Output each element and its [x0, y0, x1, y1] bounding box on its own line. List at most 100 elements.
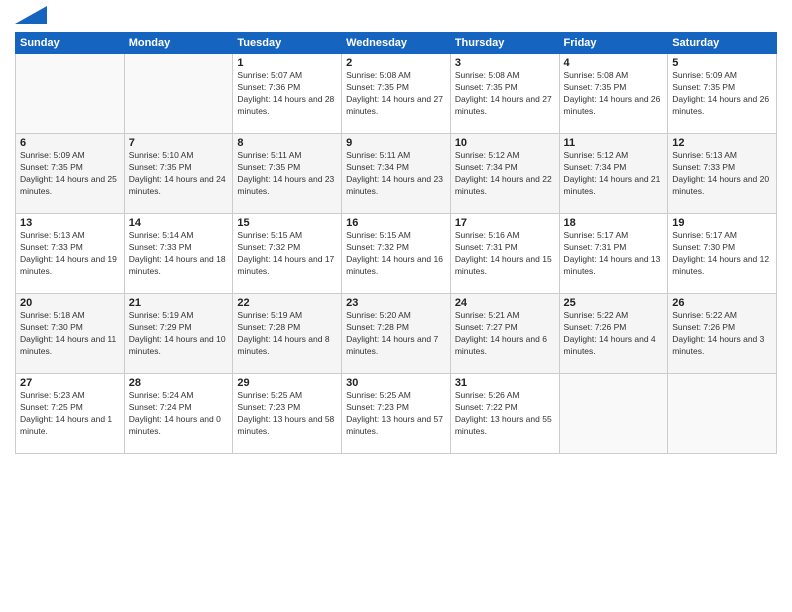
calendar-cell: 17Sunrise: 5:16 AM Sunset: 7:31 PM Dayli… — [450, 214, 559, 294]
calendar-cell: 1Sunrise: 5:07 AM Sunset: 7:36 PM Daylig… — [233, 54, 342, 134]
cell-info: Sunrise: 5:24 AM Sunset: 7:24 PM Dayligh… — [129, 390, 229, 438]
cell-info: Sunrise: 5:22 AM Sunset: 7:26 PM Dayligh… — [564, 310, 664, 358]
calendar-cell: 15Sunrise: 5:15 AM Sunset: 7:32 PM Dayli… — [233, 214, 342, 294]
cell-info: Sunrise: 5:25 AM Sunset: 7:23 PM Dayligh… — [237, 390, 337, 438]
cell-info: Sunrise: 5:14 AM Sunset: 7:33 PM Dayligh… — [129, 230, 229, 278]
day-number: 11 — [564, 137, 664, 149]
calendar-cell: 27Sunrise: 5:23 AM Sunset: 7:25 PM Dayli… — [16, 374, 125, 454]
calendar-cell: 7Sunrise: 5:10 AM Sunset: 7:35 PM Daylig… — [124, 134, 233, 214]
cell-info: Sunrise: 5:13 AM Sunset: 7:33 PM Dayligh… — [672, 150, 772, 198]
day-number: 17 — [455, 217, 555, 229]
cell-info: Sunrise: 5:11 AM Sunset: 7:35 PM Dayligh… — [237, 150, 337, 198]
cell-info: Sunrise: 5:17 AM Sunset: 7:30 PM Dayligh… — [672, 230, 772, 278]
day-number: 31 — [455, 377, 555, 389]
weekday-header: Tuesday — [233, 33, 342, 54]
day-number: 1 — [237, 57, 337, 69]
calendar-cell: 21Sunrise: 5:19 AM Sunset: 7:29 PM Dayli… — [124, 294, 233, 374]
calendar-cell: 12Sunrise: 5:13 AM Sunset: 7:33 PM Dayli… — [668, 134, 777, 214]
calendar-cell — [668, 374, 777, 454]
calendar-cell: 3Sunrise: 5:08 AM Sunset: 7:35 PM Daylig… — [450, 54, 559, 134]
calendar-cell — [124, 54, 233, 134]
calendar-cell: 6Sunrise: 5:09 AM Sunset: 7:35 PM Daylig… — [16, 134, 125, 214]
day-number: 16 — [346, 217, 446, 229]
cell-info: Sunrise: 5:17 AM Sunset: 7:31 PM Dayligh… — [564, 230, 664, 278]
calendar-cell: 29Sunrise: 5:25 AM Sunset: 7:23 PM Dayli… — [233, 374, 342, 454]
cell-info: Sunrise: 5:18 AM Sunset: 7:30 PM Dayligh… — [20, 310, 120, 358]
weekday-header: Wednesday — [342, 33, 451, 54]
cell-info: Sunrise: 5:11 AM Sunset: 7:34 PM Dayligh… — [346, 150, 446, 198]
cell-info: Sunrise: 5:07 AM Sunset: 7:36 PM Dayligh… — [237, 70, 337, 118]
cell-info: Sunrise: 5:21 AM Sunset: 7:27 PM Dayligh… — [455, 310, 555, 358]
calendar-cell: 14Sunrise: 5:14 AM Sunset: 7:33 PM Dayli… — [124, 214, 233, 294]
weekday-header: Saturday — [668, 33, 777, 54]
logo — [15, 10, 47, 24]
calendar-cell: 2Sunrise: 5:08 AM Sunset: 7:35 PM Daylig… — [342, 54, 451, 134]
calendar-week-row: 20Sunrise: 5:18 AM Sunset: 7:30 PM Dayli… — [16, 294, 777, 374]
day-number: 22 — [237, 297, 337, 309]
day-number: 23 — [346, 297, 446, 309]
cell-info: Sunrise: 5:15 AM Sunset: 7:32 PM Dayligh… — [346, 230, 446, 278]
cell-info: Sunrise: 5:20 AM Sunset: 7:28 PM Dayligh… — [346, 310, 446, 358]
day-number: 25 — [564, 297, 664, 309]
calendar-page: SundayMondayTuesdayWednesdayThursdayFrid… — [0, 0, 792, 612]
calendar-cell: 16Sunrise: 5:15 AM Sunset: 7:32 PM Dayli… — [342, 214, 451, 294]
cell-info: Sunrise: 5:12 AM Sunset: 7:34 PM Dayligh… — [564, 150, 664, 198]
cell-info: Sunrise: 5:19 AM Sunset: 7:28 PM Dayligh… — [237, 310, 337, 358]
cell-info: Sunrise: 5:16 AM Sunset: 7:31 PM Dayligh… — [455, 230, 555, 278]
cell-info: Sunrise: 5:19 AM Sunset: 7:29 PM Dayligh… — [129, 310, 229, 358]
calendar-week-row: 6Sunrise: 5:09 AM Sunset: 7:35 PM Daylig… — [16, 134, 777, 214]
cell-info: Sunrise: 5:23 AM Sunset: 7:25 PM Dayligh… — [20, 390, 120, 438]
day-number: 4 — [564, 57, 664, 69]
day-number: 21 — [129, 297, 229, 309]
day-number: 5 — [672, 57, 772, 69]
calendar-cell: 24Sunrise: 5:21 AM Sunset: 7:27 PM Dayli… — [450, 294, 559, 374]
cell-info: Sunrise: 5:09 AM Sunset: 7:35 PM Dayligh… — [672, 70, 772, 118]
day-number: 20 — [20, 297, 120, 309]
weekday-header: Monday — [124, 33, 233, 54]
day-number: 9 — [346, 137, 446, 149]
day-number: 15 — [237, 217, 337, 229]
day-number: 8 — [237, 137, 337, 149]
calendar-cell: 18Sunrise: 5:17 AM Sunset: 7:31 PM Dayli… — [559, 214, 668, 294]
cell-info: Sunrise: 5:08 AM Sunset: 7:35 PM Dayligh… — [564, 70, 664, 118]
cell-info: Sunrise: 5:15 AM Sunset: 7:32 PM Dayligh… — [237, 230, 337, 278]
day-number: 10 — [455, 137, 555, 149]
day-number: 19 — [672, 217, 772, 229]
cell-info: Sunrise: 5:09 AM Sunset: 7:35 PM Dayligh… — [20, 150, 120, 198]
calendar-week-row: 1Sunrise: 5:07 AM Sunset: 7:36 PM Daylig… — [16, 54, 777, 134]
cell-info: Sunrise: 5:12 AM Sunset: 7:34 PM Dayligh… — [455, 150, 555, 198]
calendar-cell: 20Sunrise: 5:18 AM Sunset: 7:30 PM Dayli… — [16, 294, 125, 374]
cell-info: Sunrise: 5:08 AM Sunset: 7:35 PM Dayligh… — [455, 70, 555, 118]
day-number: 13 — [20, 217, 120, 229]
day-number: 3 — [455, 57, 555, 69]
day-number: 26 — [672, 297, 772, 309]
day-number: 28 — [129, 377, 229, 389]
day-number: 2 — [346, 57, 446, 69]
calendar-cell: 19Sunrise: 5:17 AM Sunset: 7:30 PM Dayli… — [668, 214, 777, 294]
calendar-cell: 8Sunrise: 5:11 AM Sunset: 7:35 PM Daylig… — [233, 134, 342, 214]
calendar-cell: 9Sunrise: 5:11 AM Sunset: 7:34 PM Daylig… — [342, 134, 451, 214]
day-number: 14 — [129, 217, 229, 229]
calendar-week-row: 13Sunrise: 5:13 AM Sunset: 7:33 PM Dayli… — [16, 214, 777, 294]
weekday-header: Sunday — [16, 33, 125, 54]
day-number: 12 — [672, 137, 772, 149]
calendar-cell: 5Sunrise: 5:09 AM Sunset: 7:35 PM Daylig… — [668, 54, 777, 134]
cell-info: Sunrise: 5:08 AM Sunset: 7:35 PM Dayligh… — [346, 70, 446, 118]
calendar-cell — [16, 54, 125, 134]
day-number: 7 — [129, 137, 229, 149]
calendar-cell: 26Sunrise: 5:22 AM Sunset: 7:26 PM Dayli… — [668, 294, 777, 374]
day-number: 30 — [346, 377, 446, 389]
day-number: 27 — [20, 377, 120, 389]
header — [15, 10, 777, 24]
cell-info: Sunrise: 5:25 AM Sunset: 7:23 PM Dayligh… — [346, 390, 446, 438]
cell-info: Sunrise: 5:10 AM Sunset: 7:35 PM Dayligh… — [129, 150, 229, 198]
cell-info: Sunrise: 5:26 AM Sunset: 7:22 PM Dayligh… — [455, 390, 555, 438]
cell-info: Sunrise: 5:22 AM Sunset: 7:26 PM Dayligh… — [672, 310, 772, 358]
day-number: 6 — [20, 137, 120, 149]
calendar-cell: 23Sunrise: 5:20 AM Sunset: 7:28 PM Dayli… — [342, 294, 451, 374]
calendar-cell: 10Sunrise: 5:12 AM Sunset: 7:34 PM Dayli… — [450, 134, 559, 214]
cell-info: Sunrise: 5:13 AM Sunset: 7:33 PM Dayligh… — [20, 230, 120, 278]
calendar-cell — [559, 374, 668, 454]
calendar-cell: 13Sunrise: 5:13 AM Sunset: 7:33 PM Dayli… — [16, 214, 125, 294]
calendar-cell: 25Sunrise: 5:22 AM Sunset: 7:26 PM Dayli… — [559, 294, 668, 374]
